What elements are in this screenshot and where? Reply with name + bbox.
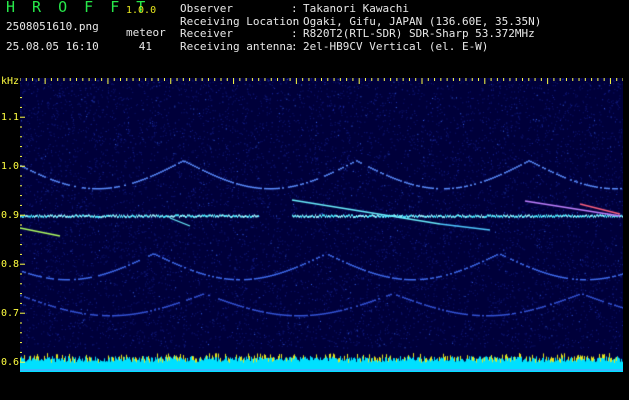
meteor-count: 41 (138, 40, 152, 53)
plot-axes (20, 78, 623, 371)
info-row: Receiver: R820T2(RTL-SDR) SDR-Sharp 53.3… (180, 27, 535, 40)
info-value: R820T2(RTL-SDR) SDR-Sharp 53.372MHz (303, 27, 535, 40)
info-value: Takanori Kawachi (303, 2, 409, 15)
info-key: Receiver (180, 27, 233, 40)
hrofft-window: H R O F F T 1.0.0 2508051610.png 25.08.0… (0, 0, 629, 400)
y-tick-label: 1.1 (1, 112, 20, 124)
y-tick-label: 0.9 (1, 210, 20, 222)
y-tick-label: 0.7 (1, 308, 20, 320)
y-tick-label: 0.6 (1, 357, 20, 369)
spectrogram-plot (20, 78, 623, 372)
y-axis-unit: kHz (1, 76, 20, 87)
file-name: 2508051610.png (6, 20, 99, 33)
info-value: 2el-HB9CV Vertical (el. E-W) (303, 39, 489, 53)
meteor-label: meteor (126, 26, 166, 39)
y-tick-label: 0.8 (1, 259, 20, 271)
station-info: Observer: Takanori Kawachi Receiving Loc… (180, 2, 541, 53)
info-key: Observer (180, 2, 233, 15)
info-row: Observer: Takanori Kawachi (180, 2, 409, 15)
y-tick-label: 1.0 (1, 161, 20, 173)
app-version: 1.0.0 (126, 5, 157, 16)
info-key: Receiving antenna (180, 39, 293, 53)
info-row: Receiving antenna: 2el-HB9CV Vertical (e… (180, 39, 489, 53)
date-time: 25.08.05 16:10 (6, 40, 99, 53)
